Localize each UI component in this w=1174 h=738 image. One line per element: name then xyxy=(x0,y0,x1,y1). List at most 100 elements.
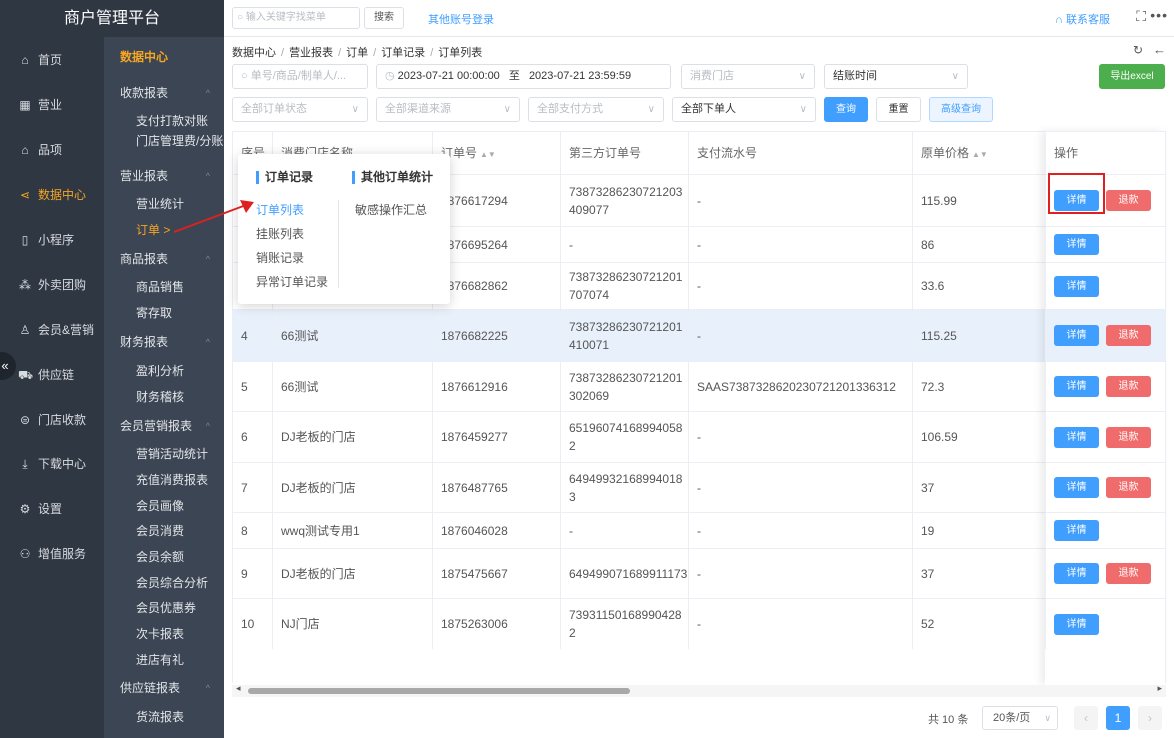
table-row[interactable]: 10 NJ门店 1875263006 73931150168990428 2-52 详情 xyxy=(233,598,1165,649)
table-row[interactable]: 4 66测试 1876682225 73873286230721201 410071-… xyxy=(233,309,1165,361)
scroll-left-icon[interactable]: ◂ xyxy=(236,683,241,694)
channel-select[interactable]: 全部渠道来源 ∨ xyxy=(376,97,520,122)
detail-button[interactable]: 详情 xyxy=(1054,376,1099,397)
sub-nav-item[interactable]: 盈利分析 xyxy=(136,361,184,381)
table-cell-serial: - xyxy=(689,599,913,649)
sub-nav-item[interactable]: 会员综合分析 xyxy=(136,573,208,593)
sub-nav-item[interactable]: 支付打款对账 xyxy=(136,111,208,131)
nav-item-10[interactable]: ⤓ 下载中心 xyxy=(0,452,104,476)
breadcrumb-item[interactable]: 营业报表 xyxy=(289,47,333,59)
table-row[interactable]: 7 DJ老板的门店 1876487765 64949932168994018 3-37… xyxy=(233,462,1165,512)
popover-item-abnormal-orders[interactable]: 异常订单记录 xyxy=(256,273,328,290)
scrollbar-thumb[interactable] xyxy=(248,688,630,694)
order-search-input[interactable]: ○ 单号/商品/制单人/... xyxy=(232,64,368,89)
sub-nav-item[interactable]: 货流报表 xyxy=(136,707,184,727)
table-row[interactable]: 5 66测试 1876612916 73873286230721201 302069 S… xyxy=(233,361,1165,411)
popover-item-writeoff-records[interactable]: 销账记录 xyxy=(256,249,304,266)
fullscreen-icon[interactable]: ⛶ xyxy=(1136,8,1146,25)
menu-search-input[interactable]: ○ 输入关键字找菜单 xyxy=(232,7,360,29)
sub-nav-item[interactable]: 寄存取 xyxy=(136,303,172,323)
detail-button[interactable]: 详情 xyxy=(1054,613,1099,635)
popover-item-sensitive-ops[interactable]: 敏感操作汇总 xyxy=(355,201,427,218)
nav-item-5[interactable]: ▯ 小程序 xyxy=(0,228,104,252)
popover-item-order-list[interactable]: 订单列表 xyxy=(256,201,304,218)
contact-support-link[interactable]: ∩ 联系客服 xyxy=(1055,11,1110,27)
breadcrumb-item[interactable]: 订单记录 xyxy=(381,47,425,59)
nav-item-11[interactable]: ⚙ 设置 xyxy=(0,497,104,521)
detail-button[interactable]: 详情 xyxy=(1054,520,1099,541)
nav-item-7[interactable]: ♙ 会员&营销 xyxy=(0,318,104,342)
sub-nav-item[interactable]: 会员消费 xyxy=(136,521,184,541)
refresh-icon[interactable]: ↻ xyxy=(1133,43,1143,57)
detail-button[interactable]: 详情 xyxy=(1054,563,1099,584)
nav-item-2[interactable]: ▦ 营业 xyxy=(0,93,104,117)
sub-nav-item[interactable]: 会员优惠券 xyxy=(136,598,196,618)
table-row[interactable]: 9 DJ老板的门店 1875475667 649499071689911173-37 详… xyxy=(233,548,1165,598)
sub-nav-item[interactable]: 门店管理费/分账 xyxy=(136,131,223,151)
next-page-button[interactable]: › xyxy=(1138,706,1162,730)
detail-button[interactable]: 详情 xyxy=(1054,275,1099,297)
sub-nav-group[interactable]: 营业报表 ^ xyxy=(120,166,216,186)
chevron-up-icon: ^ xyxy=(205,421,210,431)
table-row[interactable]: 6 DJ老板的门店 1876459277 65196074168994058 2-10… xyxy=(233,411,1165,462)
reset-button[interactable]: 重置 xyxy=(876,97,921,122)
sub-nav-item[interactable]: 商品销售 xyxy=(136,277,184,297)
sub-nav-group[interactable]: 商品报表 ^ xyxy=(120,249,216,269)
detail-button[interactable]: 详情 xyxy=(1054,325,1099,346)
menu-search-button[interactable]: 搜索 xyxy=(364,7,404,29)
store-select[interactable]: 消费门店 ∨ xyxy=(681,64,815,89)
refund-button[interactable]: 退款 xyxy=(1106,477,1151,498)
order-status-select[interactable]: 全部订单状态 ∨ xyxy=(232,97,368,122)
nav-item-6[interactable]: ⁂ 外卖团购 xyxy=(0,273,104,297)
checkout-time-select[interactable]: 结账时间 ∨ xyxy=(824,64,968,89)
sub-nav-item[interactable]: 充值消费报表 xyxy=(136,470,208,490)
nav-item-12[interactable]: ⚇ 增值服务 xyxy=(0,542,104,566)
table-row[interactable]: 8 wwq测试专用1 1876046028- -19 详情 xyxy=(233,512,1165,548)
nav-item-1[interactable]: ⌂ 首页 xyxy=(0,48,104,72)
prev-page-button[interactable]: ‹ xyxy=(1074,706,1098,730)
detail-button[interactable]: 详情 xyxy=(1054,234,1099,255)
sub-nav-item[interactable]: 会员画像 xyxy=(136,496,184,516)
page-size-select[interactable]: 20条/页 ∨ xyxy=(982,706,1058,730)
payment-method-select[interactable]: 全部支付方式 ∨ xyxy=(528,97,664,122)
detail-button[interactable]: 详情 xyxy=(1054,426,1099,448)
more-icon[interactable]: ••• xyxy=(1150,7,1168,23)
breadcrumb-item[interactable]: 订单 xyxy=(346,47,368,59)
sort-icon[interactable]: ▲▼ xyxy=(972,150,988,159)
horizontal-scrollbar[interactable]: ◂ ▸ xyxy=(232,683,1166,697)
export-excel-button[interactable]: 导出excel xyxy=(1099,64,1165,89)
refund-button[interactable]: 退款 xyxy=(1106,426,1151,448)
refund-button[interactable]: 退款 xyxy=(1106,376,1151,397)
sub-nav-item[interactable]: 进店有礼 xyxy=(136,650,184,670)
refund-button[interactable]: 退款 xyxy=(1106,190,1151,211)
sub-nav-item[interactable]: 营业统计 xyxy=(136,194,184,214)
sub-nav-item[interactable]: 订单 > xyxy=(136,220,170,240)
query-button[interactable]: 查询 xyxy=(824,97,868,122)
sub-nav-group[interactable]: 收款报表 ^ xyxy=(120,83,216,103)
sub-nav-group[interactable]: 财务报表 ^ xyxy=(120,332,216,352)
sub-nav-group[interactable]: 会员营销报表 ^ xyxy=(120,416,216,436)
detail-button[interactable]: 详情 xyxy=(1054,477,1099,498)
table-header-cell[interactable]: 原单价格 ▲▼ xyxy=(913,132,1046,174)
date-range-picker[interactable]: ◷ 2023-07-21 00:00:00 至 2023-07-21 23:59… xyxy=(376,64,671,89)
refund-button[interactable]: 退款 xyxy=(1106,325,1151,346)
sub-nav-item[interactable]: 会员余额 xyxy=(136,547,184,567)
breadcrumb-item[interactable]: 数据中心 xyxy=(232,47,276,59)
sort-icon[interactable]: ▲▼ xyxy=(480,150,496,159)
popover-item-credit-list[interactable]: 挂账列表 xyxy=(256,225,304,242)
sub-nav-item[interactable]: 营销活动统计 xyxy=(136,444,208,464)
nav-item-9[interactable]: ⊜ 门店收款 xyxy=(0,408,104,432)
sub-nav-group[interactable]: 供应链报表 ^ xyxy=(120,678,216,698)
nav-item-3[interactable]: ⌂ 品项 xyxy=(0,138,104,162)
back-icon[interactable]: ← xyxy=(1153,42,1166,57)
refund-button[interactable]: 退款 xyxy=(1106,563,1151,584)
nav-item-4[interactable]: ⋖ 数据中心 xyxy=(0,183,104,207)
creator-select[interactable]: 全部下单人 ∨ xyxy=(672,97,816,122)
advanced-query-button[interactable]: 高级查询 xyxy=(929,97,993,122)
other-account-login-link[interactable]: 其他账号登录 xyxy=(428,11,494,27)
sub-nav-item[interactable]: 财务稽核 xyxy=(136,387,184,407)
table-header-cell[interactable]: 订单号 ▲▼ xyxy=(433,132,561,174)
sub-nav-item[interactable]: 次卡报表 xyxy=(136,624,184,644)
scroll-right-icon[interactable]: ▸ xyxy=(1157,683,1162,694)
current-page-button[interactable]: 1 xyxy=(1106,706,1130,730)
